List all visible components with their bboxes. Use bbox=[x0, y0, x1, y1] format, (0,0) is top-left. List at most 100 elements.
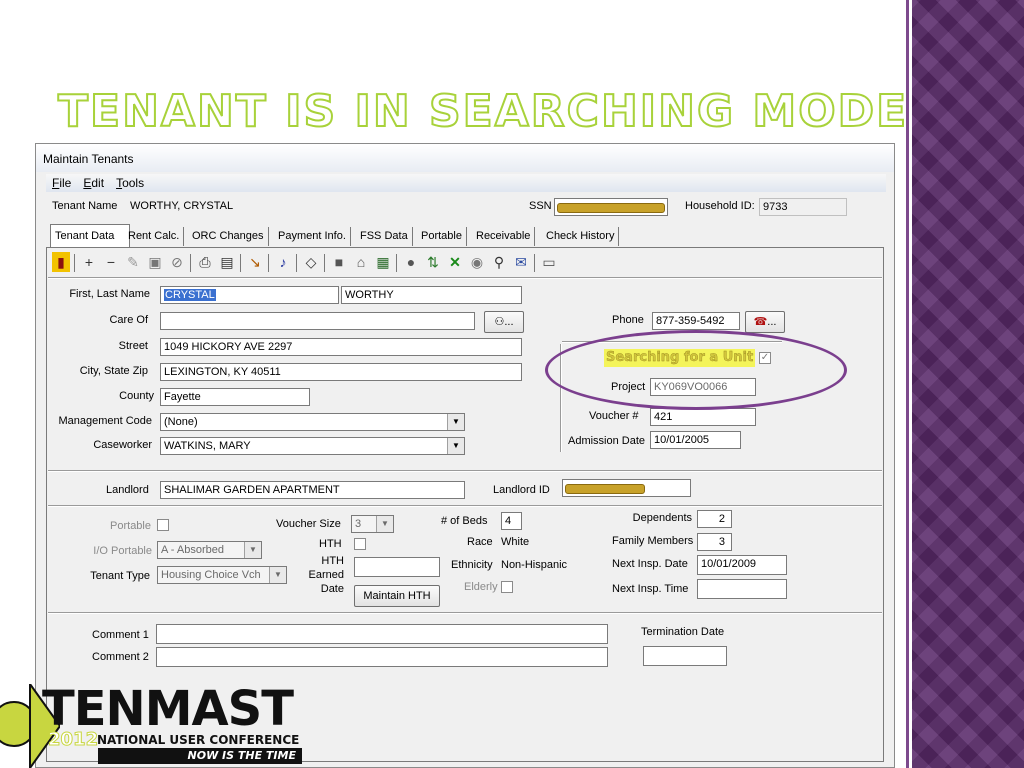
hth-earned-label-1: HTH bbox=[321, 555, 344, 567]
tab-portable[interactable]: Portable bbox=[417, 227, 467, 246]
house-icon[interactable]: ⌂ bbox=[352, 252, 370, 272]
household-id-label: Household ID: bbox=[685, 200, 755, 212]
next-insp-time-input[interactable] bbox=[697, 579, 787, 599]
toolbar-separator bbox=[534, 254, 535, 272]
street-input[interactable]: 1049 HICKORY AVE 2297 bbox=[160, 338, 522, 356]
slide-title: Tenant is in Searching Mode bbox=[57, 85, 909, 138]
toolbar-separator bbox=[396, 254, 397, 272]
music-note-icon[interactable]: ♪ bbox=[274, 252, 292, 272]
termination-date-label: Termination Date bbox=[641, 626, 725, 638]
landlord-id-input[interactable] bbox=[562, 479, 691, 497]
tenant-type-label: Tenant Type bbox=[90, 570, 150, 582]
add-icon[interactable]: + bbox=[80, 252, 98, 272]
person-lookup-icon: ⚇ bbox=[494, 316, 505, 328]
io-portable-label: I/O Portable bbox=[93, 545, 152, 557]
close-x-icon[interactable]: ✕ bbox=[446, 252, 464, 272]
phone-input[interactable]: 877-359-5492 bbox=[652, 312, 740, 330]
chevron-down-icon[interactable]: ▼ bbox=[447, 414, 464, 430]
tab-tenant-data[interactable]: Tenant Data bbox=[50, 224, 130, 247]
transfer-icon[interactable]: ⇅ bbox=[424, 252, 442, 272]
next-insp-date-label: Next Insp. Date bbox=[612, 558, 688, 570]
edit-pen-icon[interactable]: ✎ bbox=[124, 252, 142, 272]
beds-input[interactable]: 4 bbox=[501, 512, 522, 530]
hth-checkbox[interactable] bbox=[354, 538, 366, 550]
management-code-select[interactable]: (None) ▼ bbox=[160, 413, 465, 431]
family-members-input[interactable]: 3 bbox=[697, 533, 732, 551]
cancel-icon[interactable]: ⊘ bbox=[168, 252, 186, 272]
admission-date-input[interactable]: 10/01/2005 bbox=[650, 431, 741, 449]
print-preview-icon[interactable]: ▤ bbox=[218, 252, 236, 272]
voucher-size-select[interactable]: 3 ▼ bbox=[351, 515, 394, 533]
last-name-input[interactable]: WORTHY bbox=[341, 286, 522, 304]
tenant-type-select[interactable]: Housing Choice Vch ▼ bbox=[157, 566, 287, 584]
lock-icon[interactable]: ● bbox=[402, 252, 420, 272]
voucher-number-input[interactable]: 421 bbox=[650, 408, 756, 426]
first-name-input[interactable]: CRYSTAL bbox=[160, 286, 339, 304]
care-of-input[interactable] bbox=[160, 312, 475, 330]
caseworker-value: WATKINS, MARY bbox=[164, 440, 251, 452]
chevron-down-icon[interactable]: ▼ bbox=[376, 516, 393, 532]
county-input[interactable]: Fayette bbox=[160, 388, 310, 406]
menu-tools[interactable]: Tools bbox=[116, 176, 144, 190]
caseworker-label: Caseworker bbox=[93, 439, 152, 451]
tab-orc-changes[interactable]: ORC Changes bbox=[188, 227, 269, 246]
termination-date-input[interactable] bbox=[643, 646, 727, 666]
beds-label: # of Beds bbox=[441, 515, 488, 527]
portable-checkbox[interactable] bbox=[157, 519, 169, 531]
section-divider bbox=[48, 612, 882, 614]
calculator-icon[interactable]: ▭ bbox=[540, 252, 558, 272]
dependents-input[interactable]: 2 bbox=[697, 510, 732, 528]
tab-rent-calc[interactable]: Rent Calc. bbox=[124, 227, 185, 246]
elderly-checkbox[interactable] bbox=[501, 581, 513, 593]
race-label: Race bbox=[467, 536, 493, 548]
exit-door-icon[interactable]: ▮ bbox=[52, 252, 70, 272]
race-value: White bbox=[501, 536, 530, 548]
chevron-down-icon[interactable]: ▼ bbox=[447, 438, 464, 454]
hth-earned-date-input[interactable] bbox=[354, 557, 440, 577]
menu-edit[interactable]: Edit bbox=[83, 176, 104, 190]
phone-dial-button[interactable]: ☎... bbox=[745, 311, 785, 333]
voucher-size-value: 3 bbox=[355, 518, 362, 530]
tab-check-history[interactable]: Check History bbox=[542, 227, 620, 246]
comment-2-input[interactable] bbox=[156, 647, 608, 667]
toolbar-separator bbox=[268, 254, 269, 272]
globe-icon[interactable]: ◉ bbox=[468, 252, 486, 272]
landlord-id-redaction bbox=[565, 484, 645, 494]
chevron-down-icon[interactable]: ▼ bbox=[269, 567, 286, 583]
remove-icon[interactable]: − bbox=[102, 252, 120, 272]
side-decoration bbox=[912, 0, 1024, 768]
eraser-icon[interactable]: ◇ bbox=[302, 252, 320, 272]
io-portable-select[interactable]: A - Absorbed ▼ bbox=[157, 541, 262, 559]
chart-icon[interactable]: ▦ bbox=[374, 252, 392, 272]
telephone-icon: ☎ bbox=[753, 316, 768, 328]
save-disk-icon[interactable]: ▣ bbox=[146, 252, 164, 272]
email-icon[interactable]: ✉ bbox=[512, 252, 530, 272]
chevron-down-icon[interactable]: ▼ bbox=[244, 542, 261, 558]
landlord-id-label: Landlord ID bbox=[493, 484, 550, 496]
print-icon[interactable]: ⎙ bbox=[196, 252, 214, 272]
dial-ellipsis: ... bbox=[767, 316, 777, 328]
tab-fss-data[interactable]: FSS Data bbox=[356, 227, 413, 246]
menu-file[interactable]: File bbox=[52, 176, 71, 190]
window-titlebar[interactable]: Maintain Tenants bbox=[36, 144, 894, 172]
landlord-input[interactable]: SHALIMAR GARDEN APARTMENT bbox=[160, 481, 465, 499]
admission-date-label: Admission Date bbox=[568, 435, 646, 447]
dependents-label: Dependents bbox=[632, 512, 692, 524]
wand-icon[interactable]: ↘ bbox=[246, 252, 264, 272]
tenant-name-label: Tenant Name bbox=[52, 200, 118, 212]
management-code-label: Management Code bbox=[58, 415, 152, 427]
next-insp-date-input[interactable]: 10/01/2009 bbox=[697, 555, 787, 575]
maintain-hth-button[interactable]: Maintain HTH bbox=[354, 585, 440, 607]
tab-receivable[interactable]: Receivable bbox=[472, 227, 536, 246]
voucher-number-label: Voucher # bbox=[589, 410, 639, 422]
first-name-value: CRYSTAL bbox=[164, 289, 216, 301]
search-icon[interactable]: ⚲ bbox=[490, 252, 508, 272]
notes-icon[interactable]: ■ bbox=[330, 252, 348, 272]
city-state-zip-input[interactable]: LEXINGTON, KY 40511 bbox=[160, 363, 522, 381]
ssn-field[interactable] bbox=[554, 198, 668, 216]
care-of-lookup-button[interactable]: ⚇... bbox=[484, 311, 524, 333]
tab-payment-info[interactable]: Payment Info. bbox=[274, 227, 351, 246]
hth-earned-label-2: Earned bbox=[308, 569, 344, 581]
comment-1-input[interactable] bbox=[156, 624, 608, 644]
caseworker-select[interactable]: WATKINS, MARY ▼ bbox=[160, 437, 465, 455]
